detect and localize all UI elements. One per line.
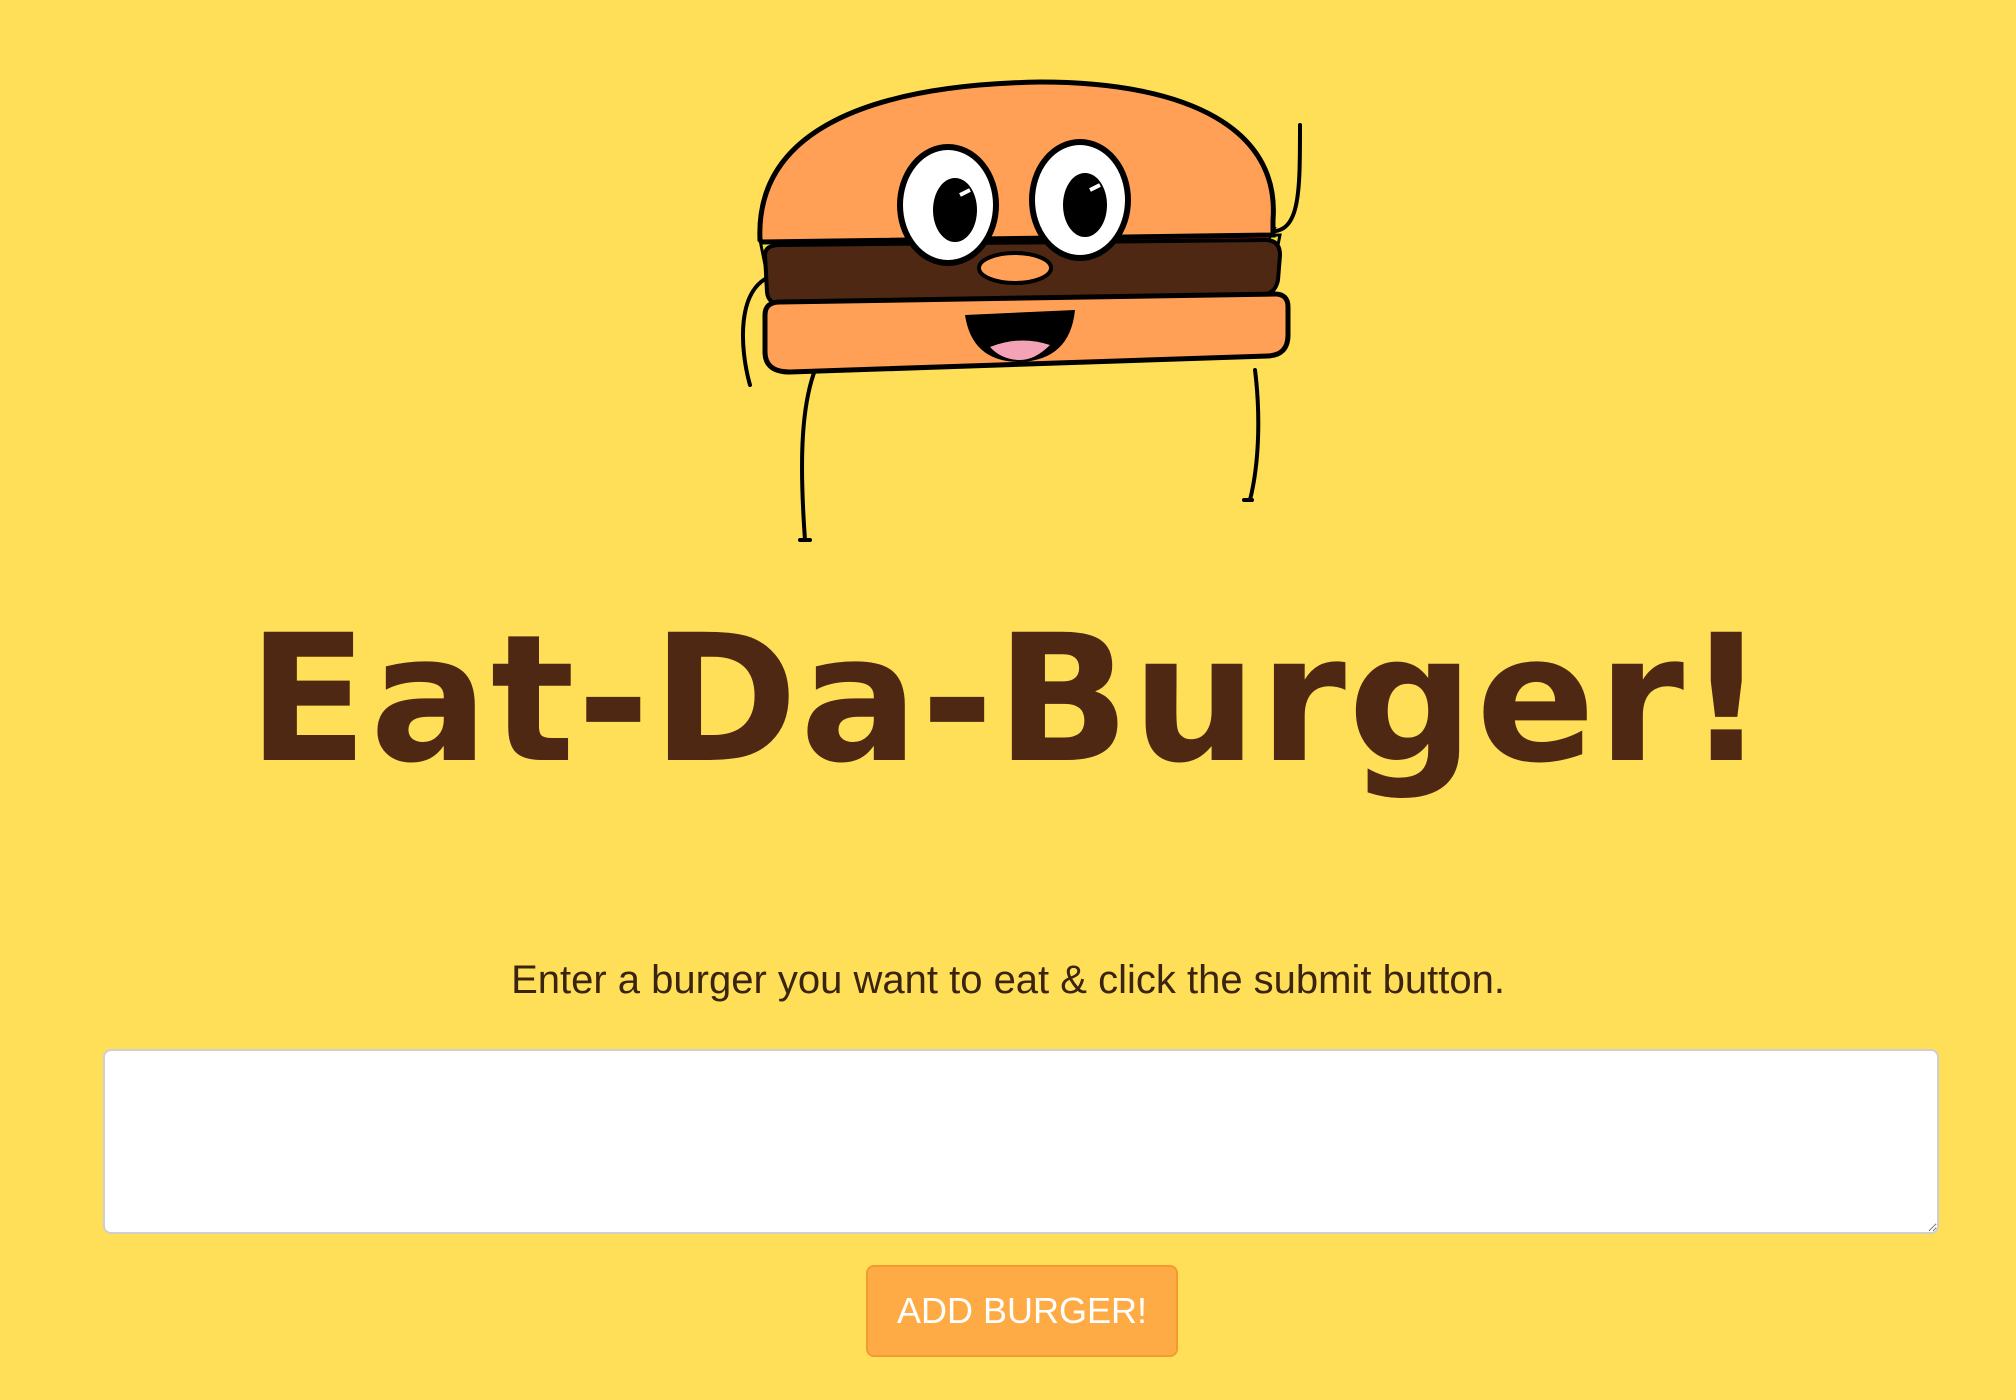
add-burger-button[interactable]: ADD BURGER! — [866, 1265, 1178, 1357]
page-title: Eat-Da-Burger! — [247, 597, 1769, 802]
burger-name-input[interactable] — [103, 1049, 1939, 1234]
burger-mascot-icon — [720, 70, 1320, 560]
form-instructions: Enter a burger you want to eat & click t… — [511, 958, 1505, 1002]
